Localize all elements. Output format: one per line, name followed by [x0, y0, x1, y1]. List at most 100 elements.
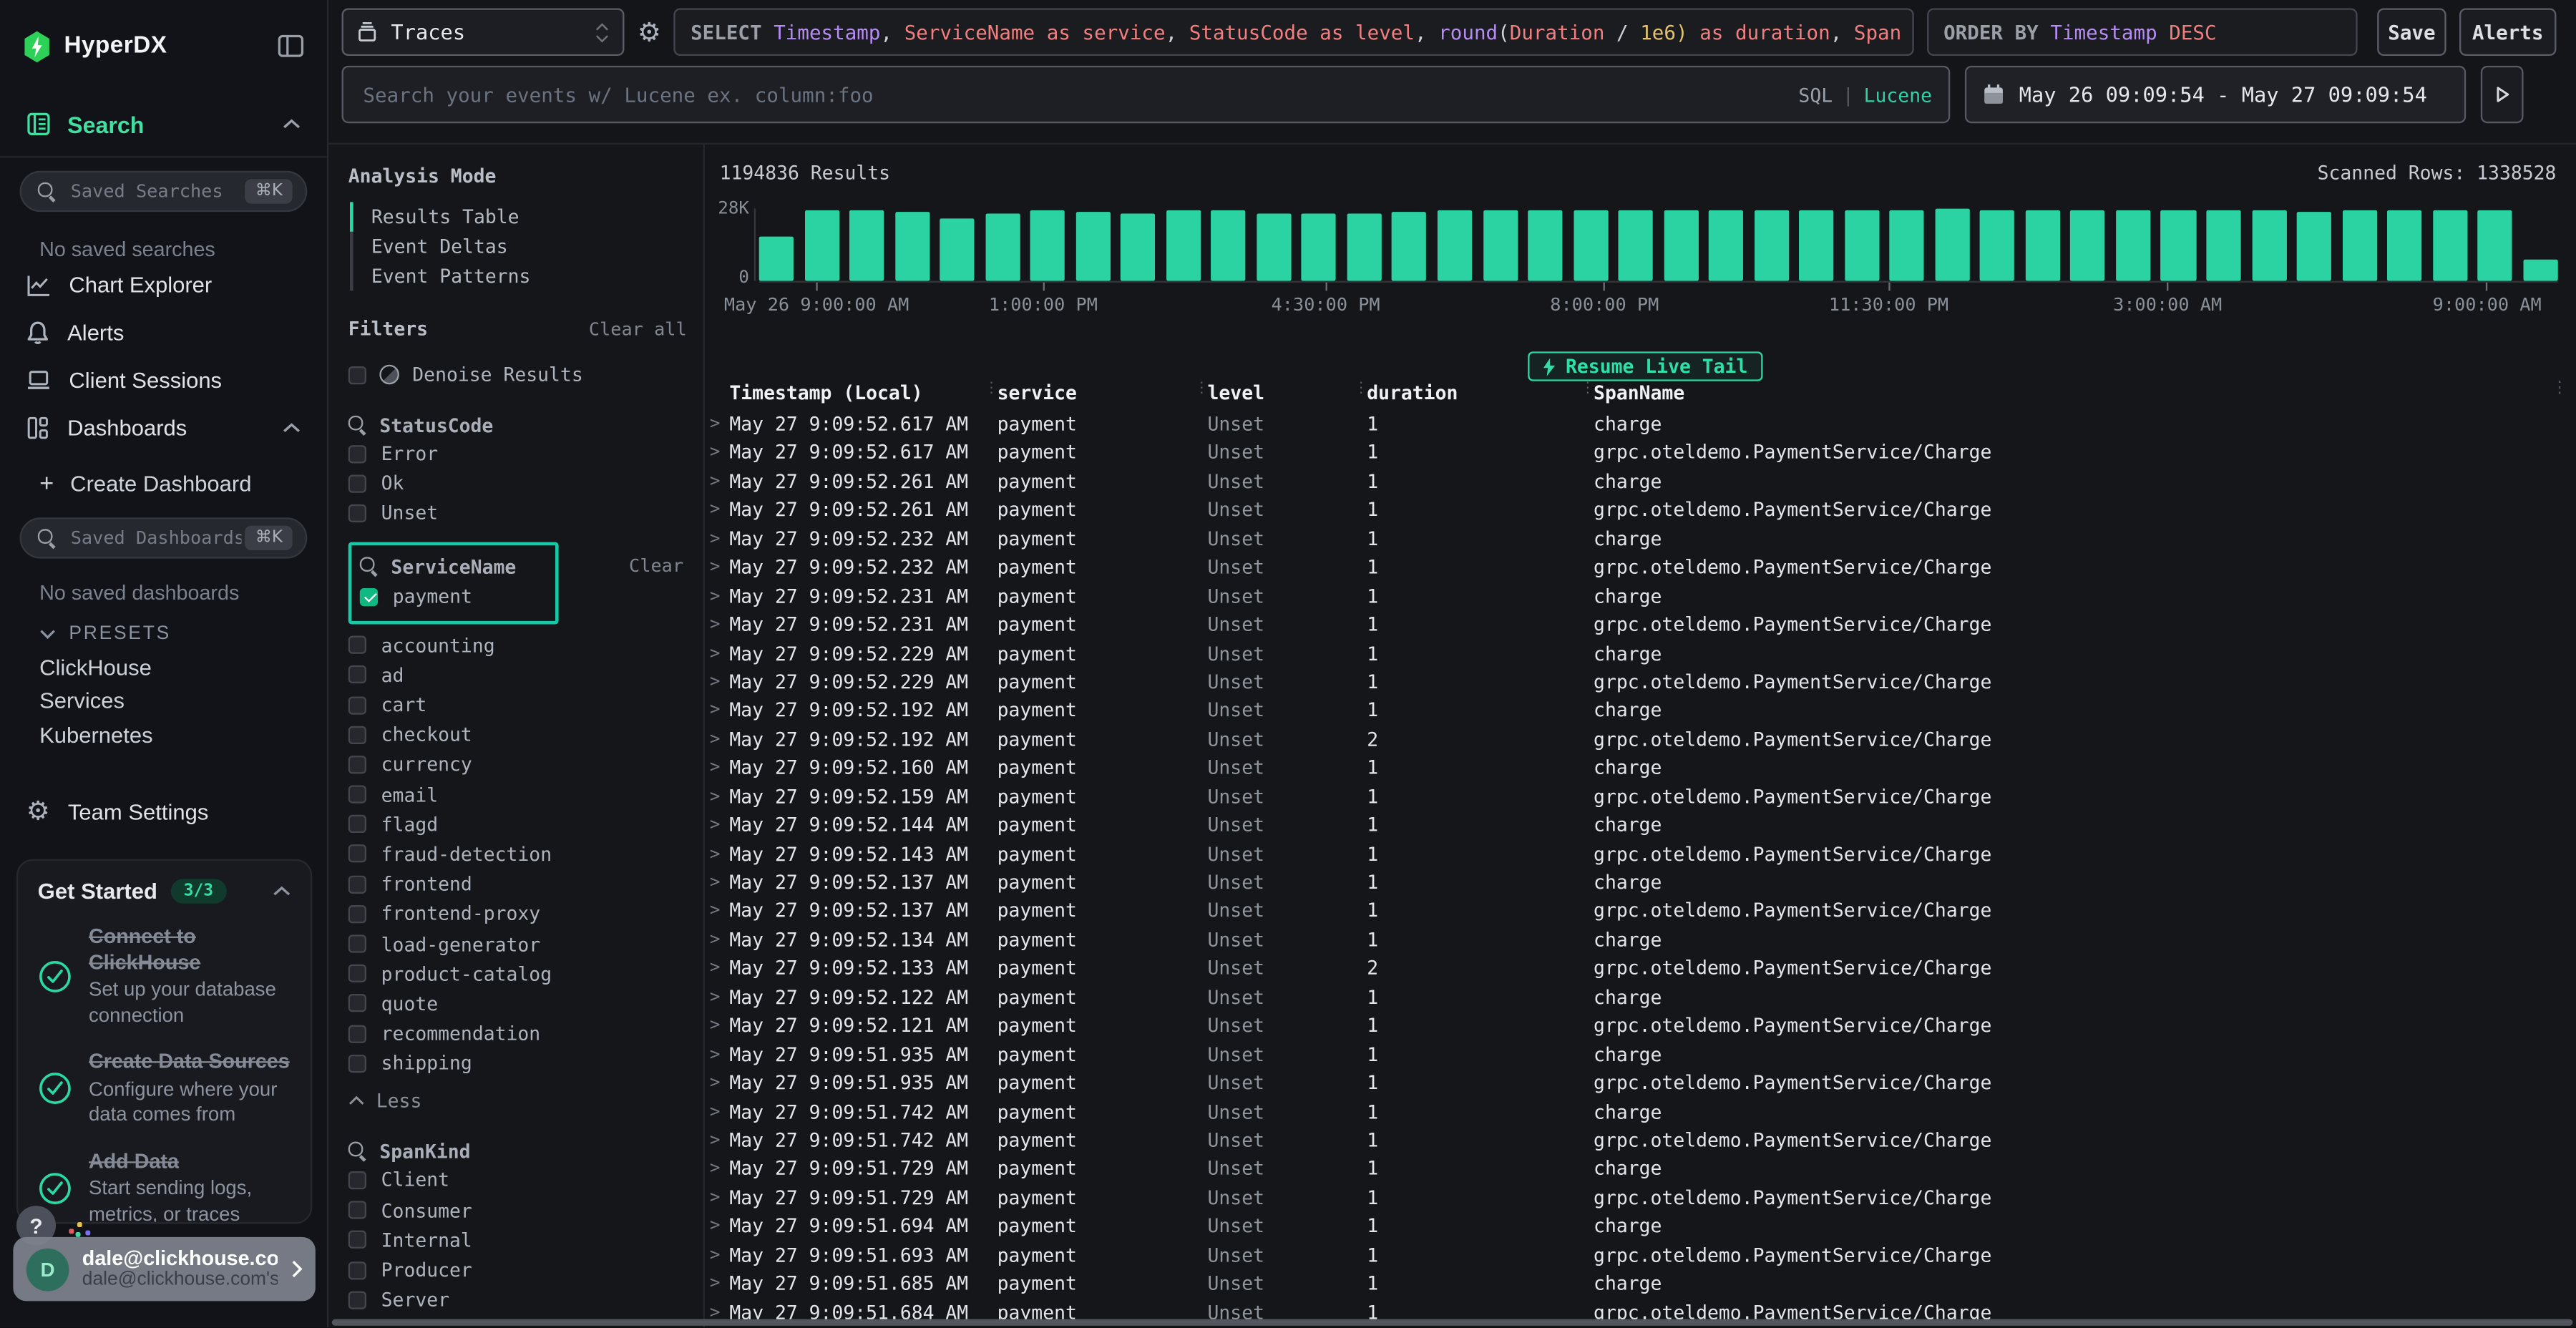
- table-row[interactable]: >May 27 9:09:51.935 AMpaymentUnset1grpc.…: [710, 1070, 2576, 1098]
- histogram-bar[interactable]: [1302, 213, 1336, 280]
- table-row[interactable]: >May 27 9:09:52.231 AMpaymentUnset1charg…: [710, 582, 2576, 611]
- filter-option[interactable]: checkout: [348, 720, 687, 750]
- chevron-up-icon[interactable]: [283, 422, 301, 434]
- filter-option[interactable]: Error: [348, 439, 687, 469]
- filter-option[interactable]: Server: [348, 1285, 687, 1315]
- histogram-bar[interactable]: [2206, 210, 2240, 281]
- histogram-bar[interactable]: [1754, 210, 1788, 281]
- histogram-bar[interactable]: [2252, 210, 2286, 280]
- histogram-bar[interactable]: [1075, 213, 1110, 281]
- table-row[interactable]: >May 27 9:09:51.742 AMpaymentUnset1grpc.…: [710, 1127, 2576, 1156]
- column-header-level[interactable]: ⋮level: [1208, 381, 1367, 404]
- table-row[interactable]: >May 27 9:09:52.122 AMpaymentUnset1charg…: [710, 984, 2576, 1012]
- checkbox[interactable]: [348, 366, 366, 384]
- column-drag-handle-icon[interactable]: ⋮: [984, 381, 999, 398]
- checkbox[interactable]: [348, 1201, 366, 1219]
- column-drag-handle-icon[interactable]: ⋮: [1354, 381, 1369, 398]
- histogram-bar[interactable]: [1980, 210, 2014, 281]
- checkbox[interactable]: [348, 1025, 366, 1043]
- table-row[interactable]: >May 27 9:09:52.137 AMpaymentUnset1charg…: [710, 869, 2576, 898]
- date-range-picker[interactable]: May 26 09:09:54 - May 27 09:09:54: [1965, 66, 2466, 123]
- filter-option[interactable]: Internal: [348, 1225, 687, 1255]
- row-expand-icon[interactable]: >: [710, 1041, 730, 1070]
- analysis-mode-tab[interactable]: Event Deltas: [353, 232, 687, 261]
- row-expand-icon[interactable]: >: [710, 927, 730, 955]
- table-row[interactable]: >May 27 9:09:51.935 AMpaymentUnset1charg…: [710, 1041, 2576, 1070]
- table-row[interactable]: >May 27 9:09:52.192 AMpaymentUnset2grpc.…: [710, 726, 2576, 754]
- histogram-bar[interactable]: [2478, 210, 2512, 281]
- row-expand-icon[interactable]: >: [710, 726, 730, 754]
- histogram-bar[interactable]: [1257, 214, 1291, 280]
- checkbox[interactable]: [348, 636, 366, 654]
- histogram-bar[interactable]: [1166, 211, 1201, 281]
- row-expand-icon[interactable]: >: [710, 1213, 730, 1241]
- row-expand-icon[interactable]: >: [710, 439, 730, 468]
- results-histogram[interactable]: [759, 209, 2558, 281]
- histogram-bar[interactable]: [2026, 210, 2060, 281]
- histogram-bar[interactable]: [1392, 211, 1427, 280]
- histogram-bar[interactable]: [1483, 210, 1517, 281]
- sql-select-editor[interactable]: SELECT Timestamp, ServiceName as service…: [674, 8, 1914, 56]
- source-select[interactable]: Traces: [342, 8, 625, 56]
- row-expand-icon[interactable]: >: [710, 984, 730, 1012]
- show-less-toggle[interactable]: Less: [348, 1086, 687, 1115]
- column-header-service[interactable]: ⋮service: [997, 381, 1208, 404]
- table-row[interactable]: >May 27 9:09:51.742 AMpaymentUnset1charg…: [710, 1098, 2576, 1127]
- collapse-sidebar-icon[interactable]: [278, 34, 304, 57]
- checkbox[interactable]: [348, 504, 366, 522]
- sidebar-item-chart-explorer[interactable]: Chart Explorer: [0, 261, 327, 309]
- table-row[interactable]: >May 27 9:09:52.229 AMpaymentUnset1grpc.…: [710, 668, 2576, 697]
- row-expand-icon[interactable]: >: [710, 1098, 730, 1127]
- table-row[interactable]: >May 27 9:09:51.729 AMpaymentUnset1charg…: [710, 1156, 2576, 1184]
- saved-searches-input[interactable]: ⌘K: [20, 171, 308, 212]
- filter-option[interactable]: flagd: [348, 809, 687, 839]
- filter-option[interactable]: frontend-proxy: [348, 899, 687, 929]
- clear-servicename-button[interactable]: Clear: [629, 555, 683, 576]
- filter-option[interactable]: frontend: [348, 869, 687, 899]
- create-dashboard-button[interactable]: + Create Dashboard: [0, 459, 327, 508]
- checkbox[interactable]: [348, 474, 366, 492]
- row-expand-icon[interactable]: >: [710, 811, 730, 840]
- lucene-mode-toggle[interactable]: Lucene: [1864, 83, 1932, 106]
- histogram-bar[interactable]: [2387, 210, 2421, 281]
- filter-option[interactable]: Consumer: [348, 1195, 687, 1225]
- denoise-results-toggle[interactable]: Denoise Results: [348, 360, 687, 389]
- checkbox[interactable]: [348, 666, 366, 684]
- checkbox[interactable]: [348, 905, 366, 923]
- histogram-bar[interactable]: [1845, 210, 1879, 281]
- clear-all-button[interactable]: Clear all: [589, 318, 687, 339]
- row-expand-icon[interactable]: >: [710, 1241, 730, 1270]
- column-header-spanname[interactable]: ⋮SpanName: [1594, 381, 2547, 404]
- histogram-bar[interactable]: [1619, 211, 1653, 281]
- row-expand-icon[interactable]: >: [710, 668, 730, 697]
- sidebar-item-alerts[interactable]: Alerts: [0, 309, 327, 357]
- search-input[interactable]: [360, 82, 1799, 108]
- table-row[interactable]: >May 27 9:09:52.137 AMpaymentUnset1grpc.…: [710, 898, 2576, 927]
- horizontal-scrollbar[interactable]: [332, 1319, 2573, 1326]
- checkbox[interactable]: [348, 1231, 366, 1249]
- sidebar-item-search[interactable]: Search: [0, 92, 327, 158]
- row-expand-icon[interactable]: >: [710, 497, 730, 525]
- table-row[interactable]: >May 27 9:09:51.729 AMpaymentUnset1grpc.…: [710, 1184, 2576, 1213]
- checkbox[interactable]: [348, 815, 366, 833]
- row-expand-icon[interactable]: >: [710, 783, 730, 811]
- histogram-bar[interactable]: [894, 212, 929, 281]
- table-row[interactable]: >May 27 9:09:52.232 AMpaymentUnset1grpc.…: [710, 554, 2576, 582]
- row-expand-icon[interactable]: >: [710, 611, 730, 640]
- row-expand-icon[interactable]: >: [710, 1270, 730, 1299]
- column-drag-handle-icon[interactable]: ⋮: [1581, 381, 1596, 398]
- analysis-mode-tab[interactable]: Results Table: [350, 202, 687, 231]
- table-row[interactable]: >May 27 9:09:52.160 AMpaymentUnset1charg…: [710, 754, 2576, 783]
- checkbox[interactable]: [348, 695, 366, 713]
- filter-option[interactable]: shipping: [348, 1048, 687, 1078]
- source-settings-gear-icon[interactable]: ⚙: [638, 19, 661, 45]
- saved-dashboards-input[interactable]: ⌘K: [20, 517, 308, 558]
- table-row[interactable]: >May 27 9:09:52.121 AMpaymentUnset1grpc.…: [710, 1012, 2576, 1041]
- row-expand-icon[interactable]: >: [710, 898, 730, 927]
- filter-option-selected[interactable]: payment: [360, 581, 539, 612]
- table-row[interactable]: >May 27 9:09:52.231 AMpaymentUnset1grpc.…: [710, 611, 2576, 640]
- histogram-bar[interactable]: [1800, 211, 1834, 281]
- saved-dashboards-field[interactable]: [67, 526, 245, 550]
- histogram-bar[interactable]: [2116, 210, 2150, 281]
- row-expand-icon[interactable]: >: [710, 582, 730, 611]
